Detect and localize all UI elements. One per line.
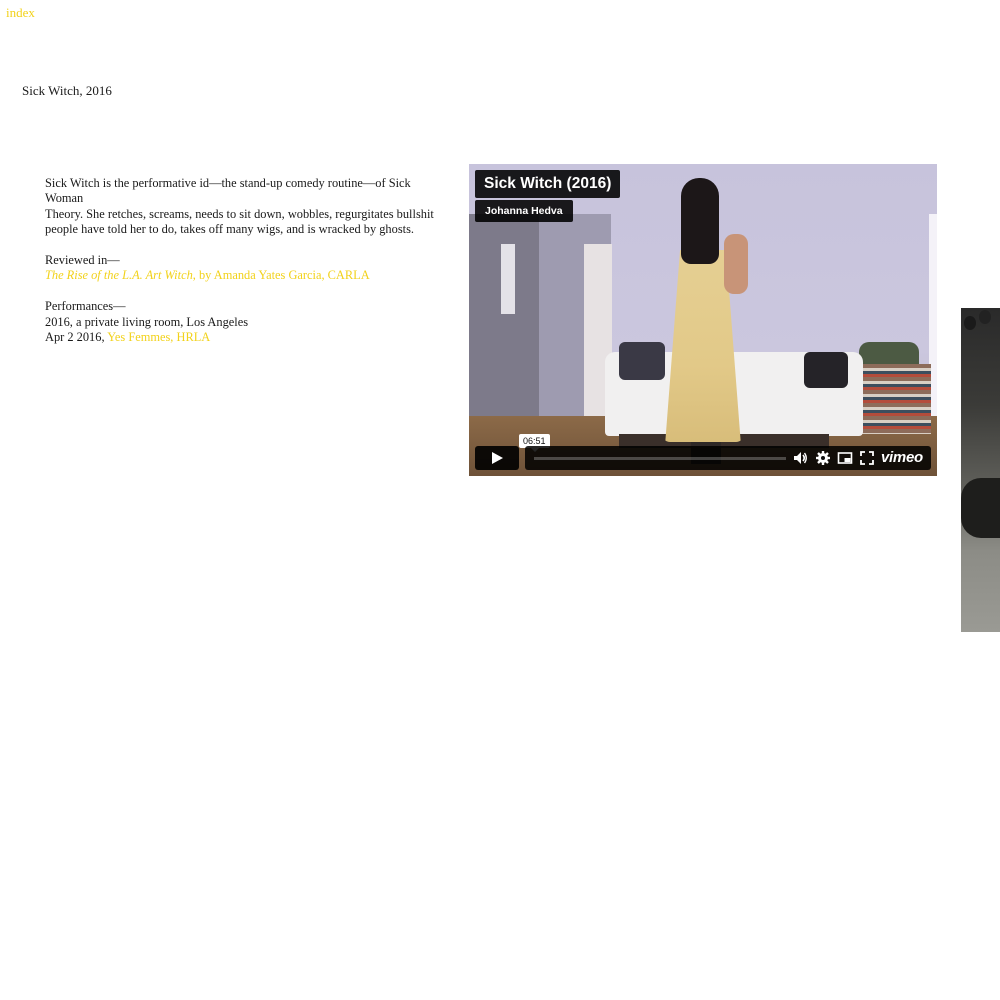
picture-in-picture-icon[interactable] (837, 450, 853, 466)
performances-heading: Performances— (45, 299, 126, 314)
settings-icon[interactable] (815, 450, 831, 466)
reviewed-heading: Reviewed in— (45, 253, 120, 268)
performance-venue-link[interactable]: Yes Femmes, HRLA (107, 330, 210, 344)
volume-icon[interactable] (792, 450, 808, 466)
description: Sick Witch is the performative id—the st… (45, 176, 445, 238)
performance-item: 2016, a private living room, Los Angeles (45, 314, 249, 329)
performance-item: Apr 2 2016, Yes Femmes, HRLA (45, 330, 445, 345)
video-title[interactable]: Sick Witch (2016) (475, 170, 621, 198)
reviewed-section: Reviewed in— The Rise of the L.A. Art Wi… (45, 253, 445, 284)
progress-bar[interactable] (534, 457, 786, 460)
play-icon (492, 452, 503, 464)
fullscreen-icon[interactable] (859, 450, 875, 466)
video-player[interactable]: Sick Witch (2016) Johanna Hedva 06:51 vi… (469, 164, 937, 476)
text-column: Sick Witch is the performative id—the st… (45, 176, 445, 361)
description-line: Sick Witch is the performative id—the st… (45, 176, 411, 206)
vimeo-logo[interactable]: vimeo (881, 449, 923, 466)
performance-date: Apr 2 2016, (45, 330, 108, 345)
performances-section: Performances— 2016, a private living roo… (45, 299, 445, 345)
page-title: Sick Witch, 2016 (22, 83, 112, 98)
review-link-title: The Rise of the L.A. Art Witch (45, 268, 193, 283)
play-button[interactable] (475, 446, 519, 470)
side-photo (961, 308, 1000, 632)
controls-bar: vimeo (525, 446, 931, 470)
description-line: Theory. She retches, screams, needs to s… (45, 206, 434, 221)
index-link[interactable]: index (6, 5, 35, 21)
review-link[interactable]: The Rise of the L.A. Art Witch, by Amand… (45, 268, 445, 283)
review-link-rest: , by Amanda Yates Garcia, CARLA (192, 268, 370, 283)
description-line: people have told her to do, takes off ma… (45, 222, 415, 237)
video-author[interactable]: Johanna Hedva (475, 200, 573, 222)
